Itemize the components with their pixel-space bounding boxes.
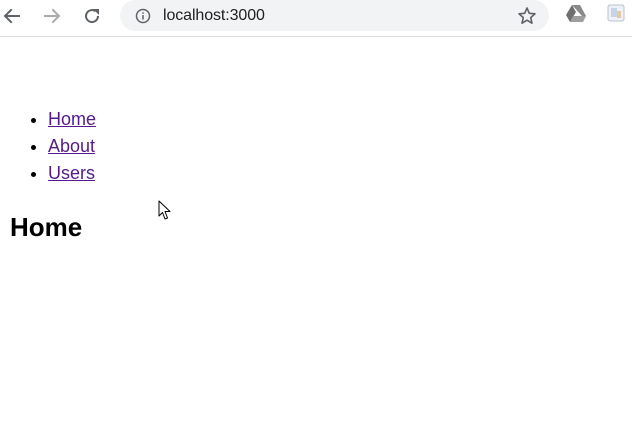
back-arrow-icon xyxy=(2,6,22,26)
info-icon[interactable] xyxy=(135,8,151,24)
reload-icon xyxy=(82,6,102,26)
nav-item-about: About xyxy=(48,133,96,160)
browser-toolbar: localhost:3000 xyxy=(0,0,632,37)
nav-item-users: Users xyxy=(48,160,96,187)
reload-button[interactable] xyxy=(80,4,104,28)
address-bar[interactable]: localhost:3000 xyxy=(120,0,549,31)
users-link[interactable]: Users xyxy=(48,163,95,183)
extension-button[interactable] xyxy=(605,3,627,28)
forward-arrow-icon xyxy=(42,6,62,26)
google-drive-icon xyxy=(565,3,587,28)
page-title: Home xyxy=(10,212,83,242)
star-icon[interactable] xyxy=(516,5,537,26)
extension-icon xyxy=(606,3,626,28)
page-content: Home About Users Home xyxy=(0,38,632,440)
about-link[interactable]: About xyxy=(48,136,95,156)
back-button[interactable] xyxy=(0,4,24,28)
nav-list: Home About Users xyxy=(48,106,96,187)
home-link[interactable]: Home xyxy=(48,109,96,129)
nav-item-home: Home xyxy=(48,106,96,133)
url-text[interactable]: localhost:3000 xyxy=(163,7,265,25)
google-drive-extension[interactable] xyxy=(565,3,587,28)
forward-button[interactable] xyxy=(40,4,64,28)
